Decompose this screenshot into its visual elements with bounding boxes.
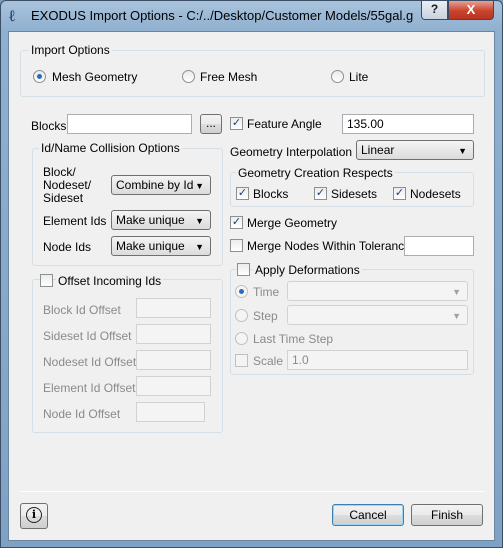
step-radio[interactable] xyxy=(235,309,248,322)
element-id-offset-label: Element Id Offset xyxy=(43,381,136,395)
geometry-interpolation-value: Linear xyxy=(361,143,395,157)
nodeset-id-offset-input[interactable] xyxy=(136,350,211,370)
lite-label[interactable]: Lite xyxy=(349,70,368,84)
node-ids-value: Make unique xyxy=(116,239,185,253)
respect-sidesets-checkbox[interactable]: ✓ xyxy=(314,187,327,200)
step-combo[interactable]: ▼ xyxy=(287,305,468,325)
apply-deformations-label[interactable]: Apply Deformations xyxy=(253,263,362,277)
scale-input[interactable]: 1.0 xyxy=(287,350,468,370)
free-mesh-label[interactable]: Free Mesh xyxy=(200,70,257,84)
merge-tolerance-input[interactable] xyxy=(404,236,474,256)
scale-label[interactable]: Scale xyxy=(253,354,283,368)
import-options-title: Import Options xyxy=(29,43,112,57)
footer-separator xyxy=(20,491,485,492)
geometry-interpolation-combo[interactable]: Linear ▼ xyxy=(356,140,474,160)
last-time-step-label[interactable]: Last Time Step xyxy=(253,332,333,346)
respect-blocks-label[interactable]: Blocks xyxy=(253,187,288,201)
node-ids-label: Node Ids xyxy=(43,240,92,254)
offset-incoming-ids-label[interactable]: Offset Incoming Ids xyxy=(56,274,164,288)
lite-radio[interactable] xyxy=(331,70,344,83)
app-icon: ℓ xyxy=(9,6,15,25)
chevron-down-icon: ▼ xyxy=(452,311,461,321)
dialog-window: ℓ EXODUS Import Options - C:/../Desktop/… xyxy=(0,0,503,548)
element-ids-label: Element Ids xyxy=(43,214,107,228)
chevron-down-icon: ▼ xyxy=(195,181,204,191)
chevron-down-icon: ▼ xyxy=(458,146,467,156)
collision-options-title: Id/Name Collision Options xyxy=(39,141,182,155)
node-ids-combo[interactable]: Make unique ▼ xyxy=(111,236,211,256)
respect-blocks-checkbox[interactable]: ✓ xyxy=(236,187,249,200)
block-nodeset-sideset-label-line3: Sideset xyxy=(43,191,84,205)
blocks-input[interactable] xyxy=(67,114,192,134)
window-title: EXODUS Import Options - C:/../Desktop/Cu… xyxy=(31,8,414,23)
sideset-id-offset-input[interactable] xyxy=(136,324,211,344)
feature-angle-input[interactable]: 135.00 xyxy=(342,114,474,134)
block-id-offset-input[interactable] xyxy=(136,298,211,318)
merge-geometry-label[interactable]: Merge Geometry xyxy=(247,216,337,230)
close-button[interactable]: X xyxy=(448,1,494,20)
geometry-interpolation-label: Geometry Interpolation xyxy=(230,145,353,159)
merge-nodes-label[interactable]: Merge Nodes Within Tolerance xyxy=(247,239,411,253)
info-icon: i xyxy=(26,507,42,523)
chevron-down-icon: ▼ xyxy=(195,216,204,226)
cancel-button[interactable]: Cancel xyxy=(332,504,404,526)
element-ids-value: Make unique xyxy=(116,213,185,227)
element-ids-combo[interactable]: Make unique ▼ xyxy=(111,210,211,230)
help-button[interactable]: ? xyxy=(421,1,448,20)
step-label[interactable]: Step xyxy=(253,309,278,323)
info-button[interactable]: i xyxy=(20,503,48,529)
free-mesh-radio[interactable] xyxy=(182,70,195,83)
apply-deformations-checkbox[interactable] xyxy=(237,263,250,276)
creation-respects-title: Geometry Creation Respects xyxy=(236,166,395,180)
mesh-geometry-label[interactable]: Mesh Geometry xyxy=(52,70,137,84)
block-collision-combo[interactable]: Combine by Id ▼ xyxy=(111,175,211,195)
mesh-geometry-radio[interactable] xyxy=(33,70,46,83)
time-radio[interactable] xyxy=(235,285,248,298)
chevron-down-icon: ▼ xyxy=(195,242,204,252)
merge-nodes-checkbox[interactable] xyxy=(230,239,243,252)
time-combo[interactable]: ▼ xyxy=(287,281,468,301)
respect-nodesets-label[interactable]: Nodesets xyxy=(410,187,461,201)
merge-geometry-checkbox[interactable]: ✓ xyxy=(230,216,243,229)
offset-incoming-ids-checkbox[interactable] xyxy=(40,274,53,287)
sideset-id-offset-label: Sideset Id Offset xyxy=(43,329,132,343)
scale-checkbox[interactable] xyxy=(235,354,248,367)
node-id-offset-label: Node Id Offset xyxy=(43,407,121,421)
element-id-offset-input[interactable] xyxy=(136,376,211,396)
dialog-client-area: Import Options Mesh Geometry Free Mesh L… xyxy=(8,31,495,541)
blocks-browse-button[interactable]: ... xyxy=(200,114,222,134)
chevron-down-icon: ▼ xyxy=(452,287,461,297)
last-time-step-radio[interactable] xyxy=(235,332,248,345)
nodeset-id-offset-label: Nodeset Id Offset xyxy=(43,355,137,369)
respect-nodesets-checkbox[interactable]: ✓ xyxy=(393,187,406,200)
feature-angle-label[interactable]: Feature Angle xyxy=(247,117,322,131)
title-bar[interactable]: ℓ EXODUS Import Options - C:/../Desktop/… xyxy=(1,1,502,31)
block-nodeset-sideset-label-line1: Block/ xyxy=(43,165,76,179)
feature-angle-checkbox[interactable]: ✓ xyxy=(230,117,243,130)
blocks-label: Blocks xyxy=(31,119,67,133)
node-id-offset-input[interactable] xyxy=(136,402,205,422)
block-collision-value: Combine by Id xyxy=(116,178,194,192)
time-label[interactable]: Time xyxy=(253,285,279,299)
respect-sidesets-label[interactable]: Sidesets xyxy=(331,187,377,201)
block-id-offset-label: Block Id Offset xyxy=(43,303,121,317)
finish-button[interactable]: Finish xyxy=(411,504,483,526)
block-nodeset-sideset-label-line2: Nodeset/ xyxy=(43,178,92,192)
